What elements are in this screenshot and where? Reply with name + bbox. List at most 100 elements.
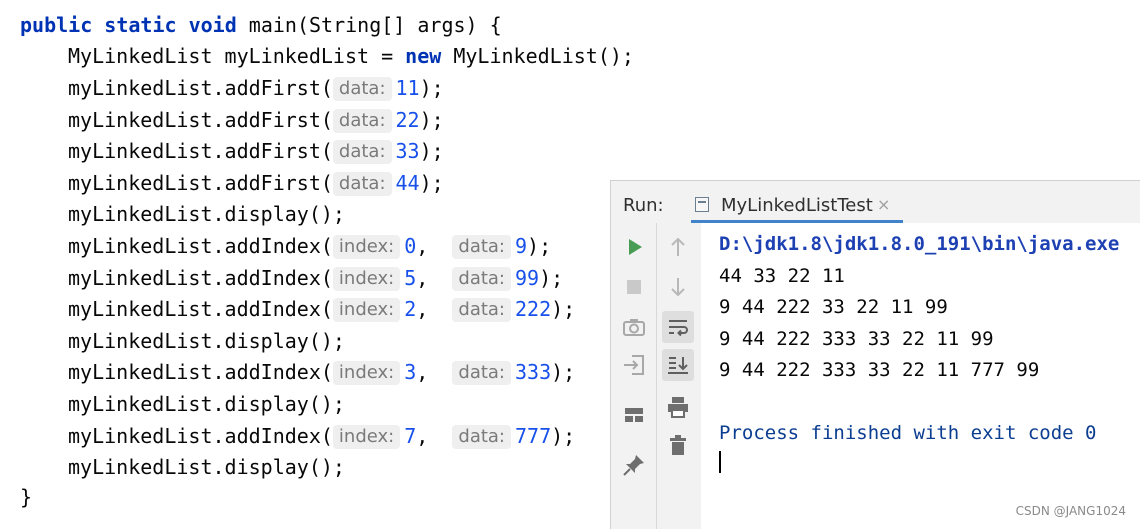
argument-value: 333 (515, 360, 552, 384)
close-tab-icon[interactable]: × (877, 195, 890, 214)
stop-icon[interactable] (618, 271, 650, 303)
run-tool-window: Run: MyLinkedListTest × D:\jdk1.8\jdk1.8… (610, 180, 1140, 529)
argument-value: 0 (404, 234, 417, 258)
run-toolbar-left (611, 223, 657, 529)
argument-value: 11 (395, 76, 420, 100)
console-output-line: 9 44 222 33 22 11 99 (719, 296, 948, 318)
argument-value: 777 (515, 424, 552, 448)
method-call: myLinkedList.display(); (68, 455, 345, 479)
argument-value: 7 (404, 424, 417, 448)
statement-end: ); (551, 424, 576, 448)
method-call: myLinkedList.addIndex( (68, 424, 333, 448)
code-line: myLinkedList.addIndex(index: 2, data: 222)… (68, 294, 575, 324)
argument-separator: , (416, 297, 453, 321)
code-line: myLinkedList.addFirst(data: 11); (68, 73, 444, 103)
argument-value: 5 (404, 266, 417, 290)
keyword-new: new (405, 44, 442, 68)
parameter-hint: index: (332, 267, 401, 291)
pin-icon[interactable] (618, 449, 650, 481)
down-arrow-icon[interactable] (662, 271, 694, 303)
argument-value: 99 (515, 266, 540, 290)
statement-end: ); (419, 171, 444, 195)
text-caret (719, 451, 721, 473)
method-call: myLinkedList.display(); (68, 392, 345, 416)
parameter-hint: data: (452, 267, 511, 291)
constructor-call: MyLinkedList(); (441, 44, 634, 68)
argument-separator: , (416, 424, 453, 448)
statement-end: ); (551, 360, 576, 384)
new-instance-line: MyLinkedList myLinkedList = new MyLinked… (68, 41, 634, 71)
layout-icon[interactable] (618, 399, 650, 431)
up-arrow-icon[interactable] (662, 231, 694, 263)
scroll-to-end-icon[interactable] (662, 349, 694, 381)
keyword-void: void (188, 13, 237, 37)
tab-mylinkedlisttest[interactable]: MyLinkedListTest × (691, 181, 903, 223)
statement-end: ); (539, 266, 564, 290)
parameter-hint: data: (452, 425, 511, 449)
argument-value: 222 (515, 297, 552, 321)
code-line: myLinkedList.addIndex(index: 0, data: 9); (68, 231, 551, 261)
parameter-hint: data: (332, 109, 392, 133)
argument-separator: , (416, 360, 453, 384)
method-call: myLinkedList.addIndex( (68, 234, 333, 258)
code-line: myLinkedList.addIndex(index: 7, data: 777)… (68, 421, 575, 451)
statement-end: ); (551, 297, 576, 321)
method-call: myLinkedList.addFirst( (68, 171, 333, 195)
argument-value: 33 (395, 139, 420, 163)
console-exit-message: Process finished with exit code 0 (719, 422, 1097, 444)
method-call: myLinkedList.display(); (68, 329, 345, 353)
code-line: myLinkedList.addFirst(data: 33); (68, 136, 444, 166)
console-command-line: D:\jdk1.8\jdk1.8.0_191\bin\java.exe (719, 233, 1120, 255)
console-tab-icon (695, 197, 709, 212)
trash-icon[interactable] (662, 429, 694, 461)
argument-separator: , (416, 266, 453, 290)
parameter-hint: data: (452, 361, 511, 385)
keyword-static: static (104, 13, 177, 37)
argument-value: 3 (404, 360, 417, 384)
code-line: myLinkedList.addFirst(data: 22); (68, 105, 444, 135)
statement-end: ); (419, 108, 444, 132)
console-output[interactable]: D:\jdk1.8\jdk1.8.0_191\bin\java.exe 44 3… (719, 223, 1140, 529)
statement-end: ); (419, 139, 444, 163)
statement-end: ); (527, 234, 552, 258)
camera-icon[interactable] (618, 311, 650, 343)
argument-value: 2 (404, 297, 417, 321)
declaration-text: MyLinkedList myLinkedList = (68, 44, 406, 68)
code-line: myLinkedList.addIndex(index: 5, data: 99); (68, 263, 563, 293)
parameter-hint: index: (332, 298, 401, 322)
argument-value: 44 (395, 171, 420, 195)
method-call: myLinkedList.addIndex( (68, 266, 333, 290)
keyword-public: public (20, 13, 93, 37)
parameter-hint: data: (332, 140, 392, 164)
method-call: myLinkedList.addFirst( (68, 76, 333, 100)
code-line: myLinkedList.display(); (68, 389, 345, 419)
parameter-hint: data: (452, 298, 511, 322)
run-header: Run: MyLinkedListTest × (611, 181, 1140, 223)
method-signature-line: public static void main(String[] args) { (20, 10, 502, 40)
code-line: myLinkedList.addFirst(data: 44); (68, 168, 444, 198)
code-line: myLinkedList.display(); (68, 452, 345, 482)
code-line: myLinkedList.display(); (68, 199, 345, 229)
parameter-hint: data: (332, 77, 392, 101)
login-icon[interactable] (618, 349, 650, 381)
method-call: myLinkedList.addFirst( (68, 139, 333, 163)
parameter-hint: index: (332, 235, 401, 259)
soft-wrap-icon[interactable] (662, 311, 694, 343)
code-line: myLinkedList.addIndex(index: 3, data: 333)… (68, 357, 575, 387)
code-line: myLinkedList.display(); (68, 326, 345, 356)
run-icon[interactable] (618, 231, 650, 263)
argument-value: 22 (395, 108, 420, 132)
console-output-line: 9 44 222 333 33 22 11 777 99 (719, 359, 1040, 381)
parameter-hint: index: (332, 361, 401, 385)
method-call: myLinkedList.addFirst( (68, 108, 333, 132)
statement-end: ); (419, 76, 444, 100)
run-toolbar-right (657, 223, 701, 529)
parameter-hint: data: (452, 235, 511, 259)
parameter-hint: data: (332, 172, 392, 196)
console-output-line: 44 33 22 11 (719, 265, 845, 287)
run-label: Run: (623, 195, 664, 216)
print-icon[interactable] (662, 391, 694, 423)
argument-value: 9 (515, 234, 528, 258)
method-call: myLinkedList.addIndex( (68, 297, 333, 321)
closing-brace: } (20, 485, 33, 509)
